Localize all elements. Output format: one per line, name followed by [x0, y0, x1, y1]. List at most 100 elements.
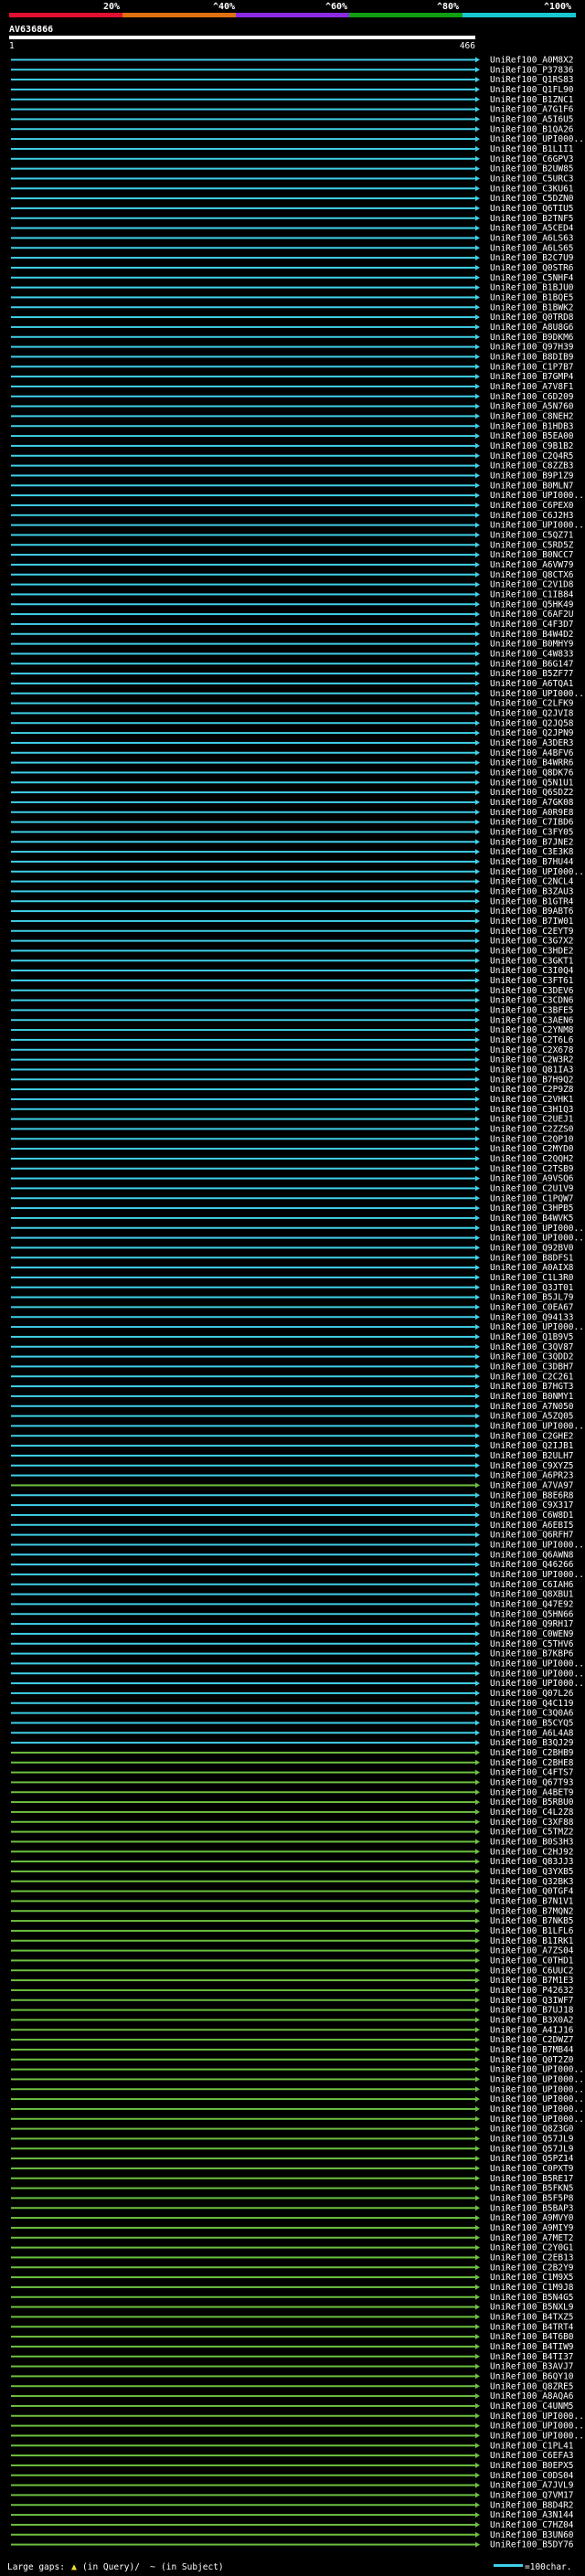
hit-label[interactable]: UniRef100_A7VA97: [490, 1480, 574, 1490]
hit-label[interactable]: UniRef100_B7KBP6: [490, 1649, 574, 1659]
hit-label[interactable]: UniRef100_B1QA26: [490, 124, 574, 134]
hit-label[interactable]: UniRef100_B4W4D2: [490, 630, 574, 640]
hit-label[interactable]: UniRef100_Q0TRD8: [490, 313, 574, 323]
hit-label[interactable]: UniRef100_B0EPX5: [490, 2461, 574, 2471]
hit-label[interactable]: UniRef100_C2B2Y9: [490, 2263, 574, 2273]
hit-label[interactable]: UniRef100_C3GKT1: [490, 956, 574, 966]
hit-label[interactable]: UniRef100_A5I6U5: [490, 114, 574, 124]
hit-label[interactable]: UniRef100_C9X317: [490, 1500, 574, 1511]
hit-label[interactable]: UniRef100_C2U1V9: [490, 1183, 574, 1193]
hit-label[interactable]: UniRef100_UPI000...: [490, 521, 585, 531]
hit-label[interactable]: UniRef100_UPI000...: [490, 2094, 585, 2104]
hit-label[interactable]: UniRef100_B7JNE2: [490, 837, 574, 847]
hit-label[interactable]: UniRef100_C6UUC2: [490, 1966, 574, 1976]
hit-label[interactable]: UniRef100_A7JVL9: [490, 2481, 574, 2491]
hit-label[interactable]: UniRef100_Q8Z3G0: [490, 2125, 574, 2135]
hit-label[interactable]: UniRef100_A5N760: [490, 402, 574, 412]
hit-label[interactable]: UniRef100_A9MVY0: [490, 2213, 574, 2223]
hit-label[interactable]: UniRef100_B7NKB5: [490, 1916, 574, 1926]
hit-label[interactable]: UniRef100_C6AF2U: [490, 610, 574, 620]
hit-label[interactable]: UniRef100_B6QY10: [490, 2371, 574, 2381]
hit-label[interactable]: UniRef100_C0THD1: [490, 1956, 574, 1966]
hit-label[interactable]: UniRef100_A8AQA6: [490, 2391, 574, 2401]
hit-label[interactable]: UniRef100_Q0STR6: [490, 263, 574, 273]
hit-label[interactable]: UniRef100_C2Y0G1: [490, 2243, 574, 2253]
hit-label[interactable]: UniRef100_Q6SDZ2: [490, 788, 574, 798]
hit-label[interactable]: UniRef100_Q57JL9: [490, 2134, 574, 2144]
hit-label[interactable]: UniRef100_C6IAH6: [490, 1580, 574, 1590]
hit-label[interactable]: UniRef100_C3FY05: [490, 827, 574, 837]
hit-label[interactable]: UniRef100_C3DEV6: [490, 986, 574, 996]
hit-label[interactable]: UniRef100_C2MYD0: [490, 1144, 574, 1154]
hit-label[interactable]: UniRef100_B1ZNC1: [490, 95, 574, 105]
hit-label[interactable]: UniRef100_B5RBU0: [490, 1797, 574, 1807]
hit-label[interactable]: UniRef100_A0M8X2: [490, 55, 574, 65]
hit-label[interactable]: UniRef100_B4T6B0: [490, 2332, 574, 2342]
hit-label[interactable]: UniRef100_B1IRK1: [490, 1936, 574, 1946]
hit-label[interactable]: UniRef100_A6VW79: [490, 560, 574, 570]
hit-label[interactable]: UniRef100_B1HDB3: [490, 421, 574, 431]
hit-label[interactable]: UniRef100_C5URC3: [490, 174, 574, 184]
hit-label[interactable]: UniRef100_B5RE17: [490, 2174, 574, 2184]
hit-label[interactable]: UniRef100_Q5HN66: [490, 1609, 574, 1619]
hit-label[interactable]: UniRef100_C0EA67: [490, 1302, 574, 1312]
hit-label[interactable]: UniRef100_Q57JL9: [490, 2144, 574, 2154]
hit-label[interactable]: UniRef100_B1GTR4: [490, 896, 574, 906]
hit-label[interactable]: UniRef100_Q8CTX6: [490, 570, 574, 580]
hit-label[interactable]: UniRef100_B3QJ29: [490, 1738, 574, 1748]
hit-label[interactable]: UniRef100_C9B1B2: [490, 441, 574, 451]
hit-label[interactable]: UniRef100_C3H1Q3: [490, 1105, 574, 1115]
hit-label[interactable]: UniRef100_Q5PZ14: [490, 2154, 574, 2164]
hit-label[interactable]: UniRef100_C2HJ92: [490, 1847, 574, 1857]
hit-label[interactable]: UniRef100_Q92BV0: [490, 1243, 574, 1253]
hit-label[interactable]: UniRef100_UPI000...: [490, 2431, 585, 2441]
hit-label[interactable]: UniRef100_C5NHF4: [490, 273, 574, 283]
hit-label[interactable]: UniRef100_C3BFE5: [490, 1005, 574, 1015]
hit-label[interactable]: UniRef100_A6LS65: [490, 243, 574, 253]
hit-label[interactable]: UniRef100_B6G147: [490, 659, 574, 669]
hit-label[interactable]: UniRef100_UPI000...: [490, 2115, 585, 2125]
hit-label[interactable]: UniRef100_B4TIW9: [490, 2342, 574, 2352]
hit-label[interactable]: UniRef100_C4L2Z8: [490, 1807, 574, 1818]
hit-label[interactable]: UniRef100_C2W3R2: [490, 1055, 574, 1065]
hit-label[interactable]: UniRef100_C2YNM8: [490, 1025, 574, 1035]
hit-label[interactable]: UniRef100_C6PEX0: [490, 501, 574, 511]
hit-label[interactable]: UniRef100_A3N144: [490, 2510, 574, 2520]
hit-label[interactable]: UniRef100_B8DIB9: [490, 352, 574, 362]
hit-label[interactable]: UniRef100_Q6TIU5: [490, 204, 574, 214]
hit-label[interactable]: UniRef100_B4WRR6: [490, 758, 574, 769]
hit-label[interactable]: UniRef100_C3AEN6: [490, 1015, 574, 1025]
hit-label[interactable]: UniRef100_UPI000...: [490, 2104, 585, 2115]
hit-label[interactable]: UniRef100_B5DY76: [490, 2540, 574, 2550]
hit-label[interactable]: UniRef100_B9ABT6: [490, 906, 574, 917]
hit-label[interactable]: UniRef100_C3E3K8: [490, 847, 574, 857]
hit-label[interactable]: UniRef100_C2ZZS0: [490, 1124, 574, 1134]
hit-label[interactable]: UniRef100_Q8DK76: [490, 768, 574, 778]
hit-label[interactable]: UniRef100_C8ZZB3: [490, 461, 574, 472]
hit-label[interactable]: UniRef100_A6TQA1: [490, 679, 574, 689]
hit-label[interactable]: UniRef100_C3G7X2: [490, 937, 574, 947]
hit-label[interactable]: UniRef100_B3AVJ7: [490, 2362, 574, 2372]
hit-label[interactable]: UniRef100_B5N4G5: [490, 2293, 574, 2303]
hit-label[interactable]: UniRef100_Q2JQ58: [490, 718, 574, 728]
hit-label[interactable]: UniRef100_Q0T2Z0: [490, 2055, 574, 2065]
hit-label[interactable]: UniRef100_B1BQE5: [490, 292, 574, 302]
hit-label[interactable]: UniRef100_UPI000...: [490, 134, 585, 144]
hit-label[interactable]: UniRef100_UPI000...: [490, 1570, 585, 1580]
hit-label[interactable]: UniRef100_Q4C119: [490, 1699, 574, 1709]
hit-label[interactable]: UniRef100_C6D209: [490, 392, 574, 402]
hit-label[interactable]: UniRef100_UPI000...: [490, 1322, 585, 1332]
hit-label[interactable]: UniRef100_P37836: [490, 65, 574, 75]
hit-label[interactable]: UniRef100_UPI000...: [490, 491, 585, 501]
hit-label[interactable]: UniRef100_C7HZ04: [490, 2520, 574, 2530]
hit-label[interactable]: UniRef100_C3FT61: [490, 976, 574, 986]
hit-label[interactable]: UniRef100_A7G1F6: [490, 105, 574, 115]
hit-label[interactable]: UniRef100_C5DZN0: [490, 194, 574, 204]
hit-label[interactable]: UniRef100_Q47E92: [490, 1599, 574, 1609]
hit-label[interactable]: UniRef100_UPI000...: [490, 1421, 585, 1431]
hit-label[interactable]: UniRef100_Q1RS83: [490, 75, 574, 85]
hit-label[interactable]: UniRef100_C5RD5Z: [490, 540, 574, 550]
hit-label[interactable]: UniRef100_C2T6L6: [490, 1035, 574, 1045]
hit-label[interactable]: UniRef100_Q46266: [490, 1560, 574, 1570]
hit-label[interactable]: UniRef100_B5JL79: [490, 1293, 574, 1303]
